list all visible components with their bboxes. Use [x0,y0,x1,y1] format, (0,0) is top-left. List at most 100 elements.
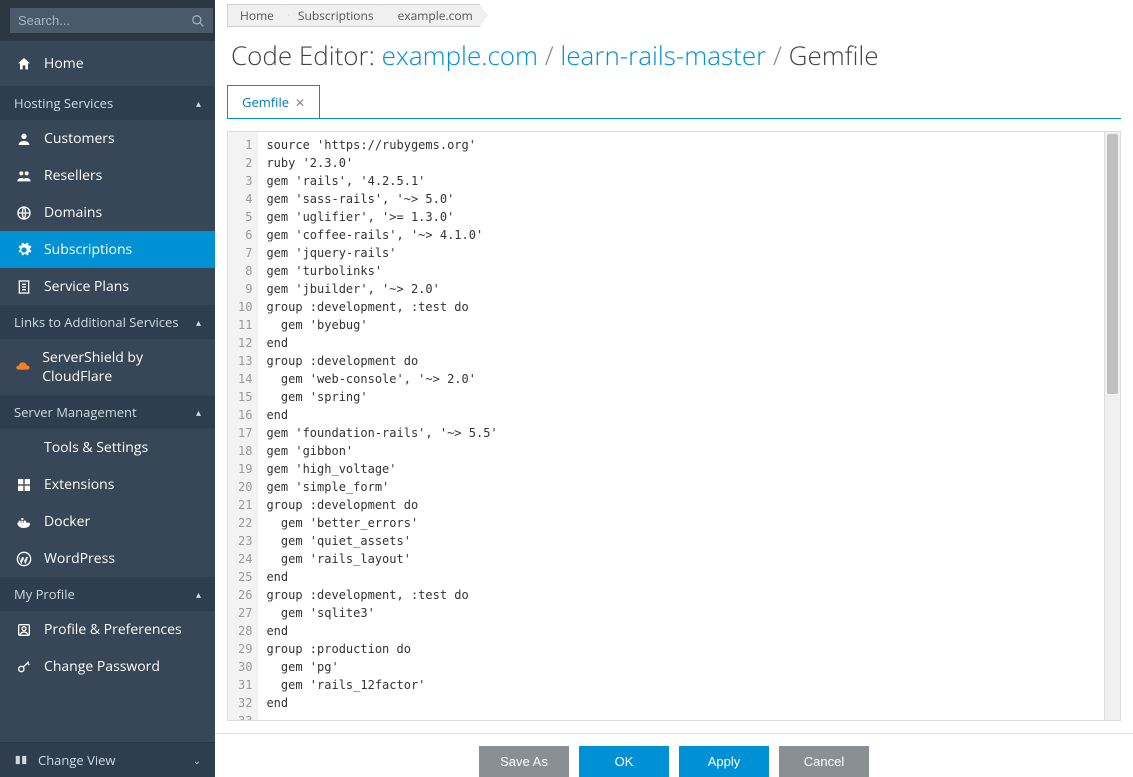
code-line: gem 'rails_12factor' [266,676,1096,694]
page-title: Code Editor: example.com / learn-rails-m… [215,31,1133,85]
code-line: gem 'byebug' [266,316,1096,334]
main-panel: HomeSubscriptionsexample.com Code Editor… [215,0,1133,777]
chevron-up-icon: ▴ [196,587,201,601]
apply-button[interactable]: Apply [679,746,769,777]
profile-icon [14,622,34,638]
ok-button[interactable]: OK [579,746,669,777]
code-line: ruby '2.3.0' [266,154,1096,172]
code-area[interactable]: source 'https://rubygems.org'ruby '2.3.0… [258,132,1104,720]
breadcrumb: HomeSubscriptionsexample.com [215,0,1133,31]
sidebar-item-customers[interactable]: Customers [0,120,215,157]
code-line: end [266,694,1096,712]
sidebar-item-label: Domains [44,203,102,222]
chevron-up-icon: ▴ [196,405,201,419]
code-line: group :development do [266,352,1096,370]
sidebar-item-domains[interactable]: Domains [0,194,215,231]
sidebar-item-label: WordPress [44,549,115,568]
section-header[interactable]: Server Management▴ [0,395,215,429]
code-line: gem 'sqlite3' [266,604,1096,622]
sidebar-item-label: Profile & Preferences [44,620,182,639]
sidebar-item-subscriptions[interactable]: Subscriptions [0,231,215,268]
code-line: end [266,622,1096,640]
key-icon [14,659,34,675]
scrollbar-thumb[interactable] [1107,134,1118,394]
code-line: gem 'foundation-rails', '~> 5.5' [266,424,1096,442]
code-line: gem 'better_errors' [266,514,1096,532]
change-view[interactable]: Change View ⌄ [0,743,215,777]
save-as-button[interactable]: Save As [479,746,569,777]
close-icon[interactable]: ✕ [295,94,305,111]
line-gutter: 1234567891011121314151617181920212223242… [228,132,258,720]
title-file: Gemfile [789,37,879,73]
code-line: gem 'quiet_assets' [266,532,1096,550]
sidebar-item-label: Subscriptions [44,240,132,259]
change-view-icon [14,753,28,767]
code-line: gem 'jquery-rails' [266,244,1096,262]
code-editor[interactable]: 1234567891011121314151617181920212223242… [227,131,1121,721]
search-input[interactable] [10,8,213,33]
sidebar: Home Hosting Services▴CustomersResellers… [0,0,215,777]
plans-icon [14,279,34,295]
title-link-domain[interactable]: example.com [382,37,538,73]
sidebar-item-wordpress[interactable]: WordPress [0,540,215,577]
breadcrumb-item[interactable]: example.com [381,4,488,27]
change-view-label: Change View [38,751,116,769]
chevron-up-icon: ▴ [196,315,201,329]
tab-gemfile[interactable]: Gemfile ✕ [227,85,320,118]
sidebar-item-tools-settings[interactable]: Tools & Settings [0,429,215,466]
section-title: Hosting Services [14,94,113,112]
code-line: gem 'gibbon' [266,442,1096,460]
sidebar-item-label: Docker [44,512,90,531]
code-line: gem 'rails_layout' [266,550,1096,568]
code-line: gem 'turbolinks' [266,262,1096,280]
sidebar-item-label: Home [44,54,84,73]
sidebar-item-home[interactable]: Home [0,41,215,86]
code-line: gem 'simple_form' [266,478,1096,496]
section-header[interactable]: My Profile ▴ [0,577,215,611]
editor-tabs: Gemfile ✕ [227,85,1121,119]
code-line: gem 'rails', '4.2.5.1' [266,172,1096,190]
cancel-button[interactable]: Cancel [779,746,869,777]
code-line: group :development do [266,496,1096,514]
search-bar [0,0,215,41]
sidebar-item-label: Customers [44,129,115,148]
code-line: group :development, :test do [266,586,1096,604]
sidebar-item-profile-preferences[interactable]: Profile & Preferences [0,611,215,648]
code-line: gem 'sass-rails', '~> 5.0' [266,190,1096,208]
person-icon [14,131,34,147]
code-line: gem 'coffee-rails', '~> 4.1.0' [266,226,1096,244]
chevron-icon: ⌄ [193,753,201,767]
sidebar-item-label: Resellers [44,166,102,185]
sidebar-item-label: Tools & Settings [44,438,148,457]
code-line: group :production do [266,640,1096,658]
code-line: group :development, :test do [266,298,1096,316]
sidebar-item-resellers[interactable]: Resellers [0,157,215,194]
sidebar-item-label: Extensions [44,475,114,494]
button-bar: Save As OK Apply Cancel [215,733,1133,777]
scrollbar[interactable] [1104,132,1120,720]
tab-label: Gemfile [242,93,289,111]
breadcrumb-item[interactable]: Home [227,4,289,27]
extensions-icon [14,477,34,493]
docker-icon [14,514,34,530]
code-line: gem 'pg' [266,658,1096,676]
globe-icon [14,205,34,221]
section-header[interactable]: Links to Additional Services▴ [0,305,215,339]
breadcrumb-item[interactable]: Subscriptions [281,4,389,27]
sidebar-item-change-password[interactable]: Change Password [0,648,215,685]
reseller-icon [14,168,34,184]
sidebar-item-docker[interactable]: Docker [0,503,215,540]
code-line: end [266,568,1096,586]
wordpress-icon [14,551,34,567]
section-header[interactable]: Hosting Services▴ [0,86,215,120]
code-line: end [266,406,1096,424]
sidebar-item-label: Change Password [44,657,160,676]
title-link-folder[interactable]: learn-rails-master [560,37,766,73]
section-title: My Profile [14,585,75,603]
sidebar-item-servershield-by-cloudflare[interactable]: ServerShield by CloudFlare [0,339,215,395]
sidebar-item-service-plans[interactable]: Service Plans [0,268,215,305]
title-prefix: Code Editor: [231,37,382,73]
sidebar-item-extensions[interactable]: Extensions [0,466,215,503]
code-line: gem 'jbuilder', '~> 2.0' [266,280,1096,298]
home-icon [14,56,34,72]
